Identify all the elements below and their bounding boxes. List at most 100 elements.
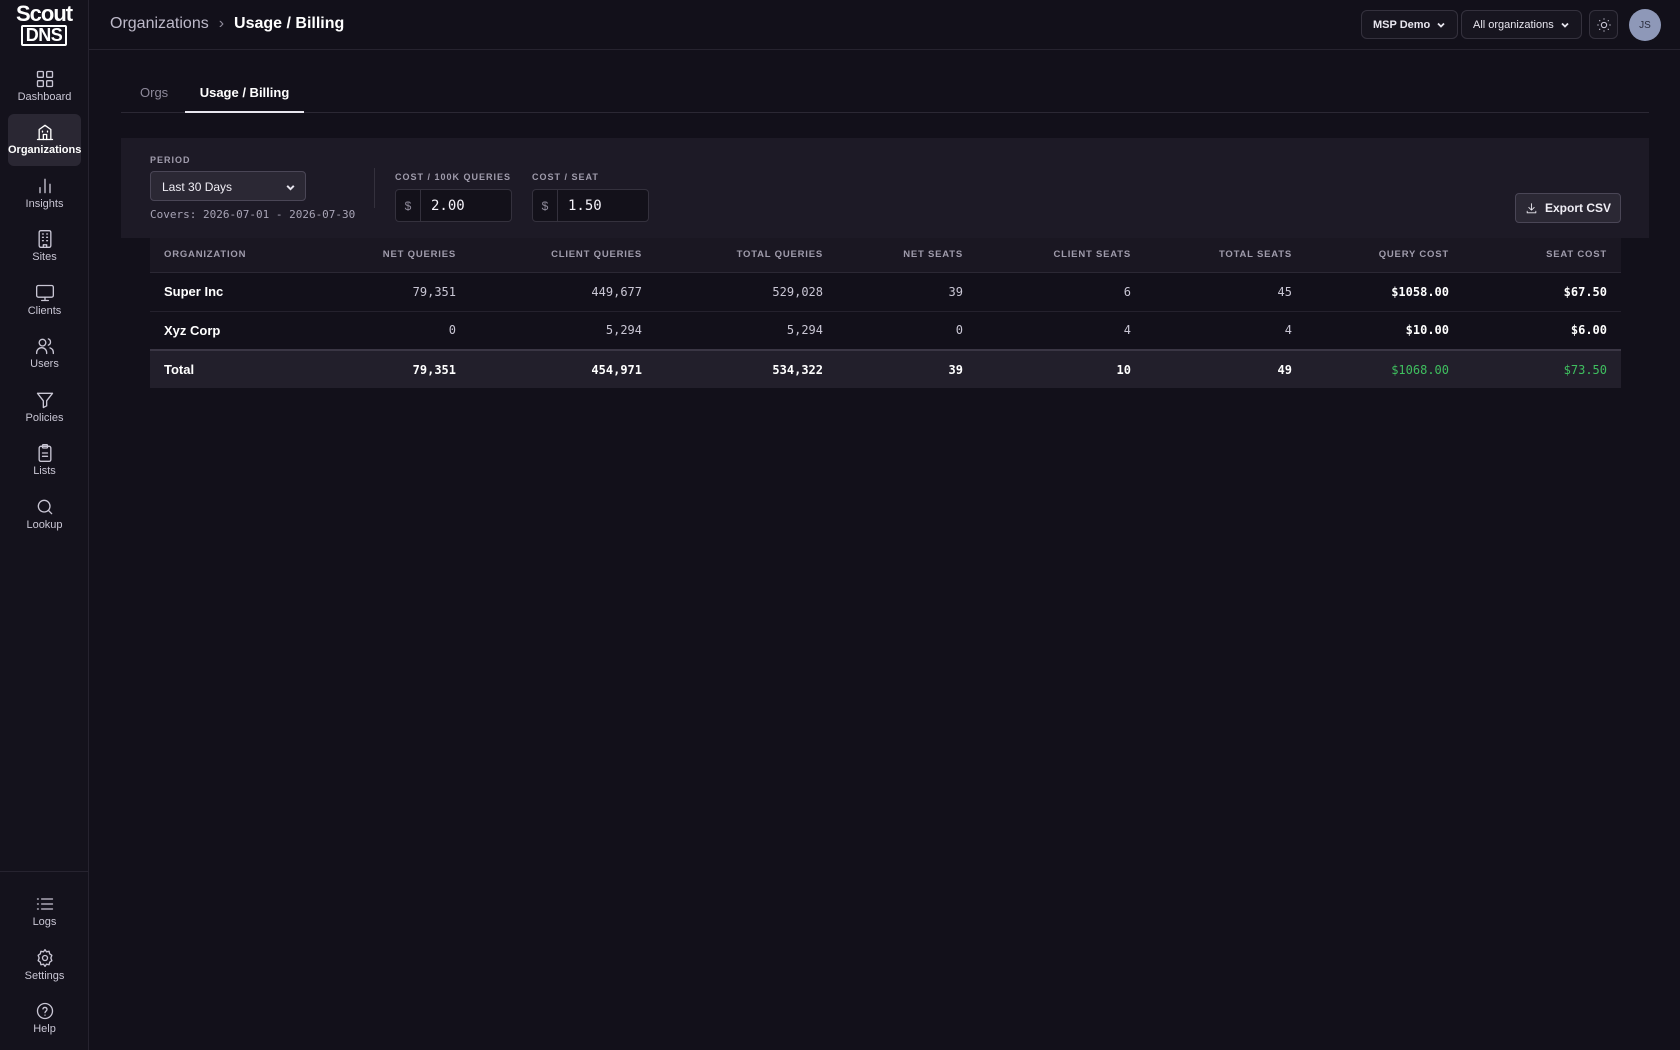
help-circle-icon	[36, 1002, 53, 1020]
sun-icon	[1596, 17, 1611, 32]
building-icon	[36, 124, 53, 141]
seat-cost-label: COST / SEAT	[532, 172, 599, 182]
period-covers-text: Covers: 2026-07-01 - 2026-07-30	[150, 208, 356, 221]
sidebar-item-logs[interactable]: Logs	[8, 886, 81, 938]
users-icon	[35, 338, 54, 355]
table-cell: 0	[837, 311, 977, 351]
filter-icon	[36, 392, 53, 409]
sidebar-item-help[interactable]: Help	[8, 993, 81, 1045]
sidebar-item-dashboard[interactable]: Dashboard	[8, 61, 81, 113]
breadcrumb: Organizations › Usage / Billing	[110, 15, 344, 33]
org-name-cell: Super Inc	[150, 272, 310, 312]
sidebar-item-label: Sites	[32, 251, 57, 263]
sidebar-item-lists[interactable]: Lists	[8, 435, 81, 487]
monitor-icon	[35, 284, 54, 302]
tenant-selector[interactable]: MSP Demo	[1361, 10, 1459, 39]
clipboard-icon	[38, 444, 51, 462]
table-cell: 529,028	[656, 272, 837, 312]
breadcrumb-parent[interactable]: Organizations	[110, 15, 209, 33]
sidebar-item-label: Users	[30, 358, 59, 370]
chevron-down-icon	[286, 185, 295, 191]
avatar[interactable]: JS	[1629, 9, 1661, 41]
building-windows-icon	[38, 230, 51, 248]
sidebar-item-label: Clients	[27, 305, 62, 317]
sidebar-item-clients[interactable]: Clients	[8, 275, 81, 327]
total-cell: 454,971	[470, 349, 656, 388]
query-cost-cell: $10.00	[1306, 311, 1463, 351]
chevron-down-icon	[1561, 22, 1569, 28]
tab-usage-billing[interactable]: Usage / Billing	[185, 75, 304, 113]
sidebar-item-organizations[interactable]: Organizations	[8, 114, 81, 166]
table-cell: 79,351	[310, 272, 470, 312]
tab-orgs[interactable]: Orgs	[140, 75, 168, 113]
download-icon	[1526, 202, 1537, 213]
theme-toggle-button[interactable]	[1589, 10, 1618, 39]
sidebar-item-users[interactable]: Users	[8, 328, 81, 380]
sidebar-item-label: Policies	[25, 412, 64, 424]
seat-cost-cell: $6.00	[1463, 311, 1621, 351]
list-icon	[36, 898, 53, 910]
logo-line1: Scout	[16, 1, 73, 26]
total-seat-cost-cell: $73.50	[1463, 349, 1621, 388]
table-total-row: Total 79,351 454,971 534,322 39 10 49 $1…	[150, 349, 1621, 388]
query-cost-input[interactable]	[421, 190, 507, 221]
export-csv-label: Export CSV	[1544, 201, 1611, 215]
billing-filter-panel: PERIOD Last 30 Days Covers: 2026-07-01 -…	[121, 138, 1649, 238]
breadcrumb-current: Usage / Billing	[234, 15, 345, 32]
column-header[interactable]: SEAT COST	[1463, 238, 1621, 273]
seat-cost-field: $	[532, 189, 649, 222]
sidebar-item-settings[interactable]: Settings	[8, 940, 81, 992]
column-header[interactable]: NET SEATS	[837, 238, 977, 273]
column-header[interactable]: CLIENT SEATS	[977, 238, 1145, 273]
currency-symbol: $	[533, 190, 558, 221]
table-cell: 39	[837, 272, 977, 312]
sidebar-item-insights[interactable]: Insights	[8, 168, 81, 220]
export-csv-button[interactable]: Export CSV	[1515, 193, 1621, 223]
total-cell: 10	[977, 349, 1145, 388]
org-filter-dropdown[interactable]: All organizations	[1461, 10, 1582, 39]
seat-cost-cell: $67.50	[1463, 272, 1621, 312]
total-query-cost-cell: $1068.00	[1306, 349, 1463, 388]
column-header[interactable]: NET QUERIES	[310, 238, 470, 273]
table-cell: 6	[977, 272, 1145, 312]
breadcrumb-separator: ›	[218, 15, 225, 32]
filter-divider	[374, 168, 375, 208]
column-header[interactable]: CLIENT QUERIES	[470, 238, 656, 273]
sidebar-item-label: Logs	[32, 916, 57, 928]
column-header[interactable]: TOTAL SEATS	[1145, 238, 1306, 273]
table-cell: 5,294	[470, 311, 656, 351]
total-label-cell: Total	[150, 349, 310, 388]
sidebar-divider	[0, 871, 89, 872]
table-cell: 45	[1145, 272, 1306, 312]
query-cost-label: COST / 100K QUERIES	[395, 172, 512, 182]
table-cell: 4	[1145, 311, 1306, 351]
column-header[interactable]: QUERY COST	[1306, 238, 1463, 273]
seat-cost-input[interactable]	[558, 190, 644, 221]
chevron-down-icon	[1437, 22, 1445, 28]
period-value: Last 30 Days	[162, 180, 233, 194]
query-cost-field: $	[395, 189, 512, 222]
sidebar-item-sites[interactable]: Sites	[8, 221, 81, 273]
tab-bar: Orgs Usage / Billing	[121, 75, 1649, 113]
period-select[interactable]: Last 30 Days	[150, 171, 306, 201]
sidebar-item-policies[interactable]: Policies	[8, 382, 81, 434]
table-cell: 0	[310, 311, 470, 351]
sidebar: Scout DNS Dashboard Organizations Insigh…	[0, 0, 89, 1050]
currency-symbol: $	[396, 190, 421, 221]
usage-table: ORGANIZATION NET QUERIES CLIENT QUERIES …	[150, 238, 1621, 388]
period-label: PERIOD	[150, 155, 191, 165]
sidebar-item-label: Help	[33, 1023, 56, 1035]
sidebar-item-label: Lookup	[26, 519, 63, 531]
sidebar-item-lookup[interactable]: Lookup	[8, 489, 81, 541]
sidebar-item-label: Insights	[25, 198, 64, 210]
search-icon	[37, 499, 52, 515]
column-header[interactable]: TOTAL QUERIES	[656, 238, 837, 273]
table-row[interactable]: Super Inc 79,351 449,677 529,028 39 6 45…	[150, 272, 1621, 312]
sidebar-item-label: Lists	[33, 465, 56, 477]
gear-icon	[37, 949, 52, 967]
total-cell: 39	[837, 349, 977, 388]
scoutdns-logo[interactable]: Scout DNS	[16, 1, 73, 46]
table-row[interactable]: Xyz Corp 0 5,294 5,294 0 4 4 $10.00 $6.0…	[150, 311, 1621, 351]
org-filter-label: All organizations	[1473, 18, 1554, 31]
column-header[interactable]: ORGANIZATION	[150, 238, 310, 273]
